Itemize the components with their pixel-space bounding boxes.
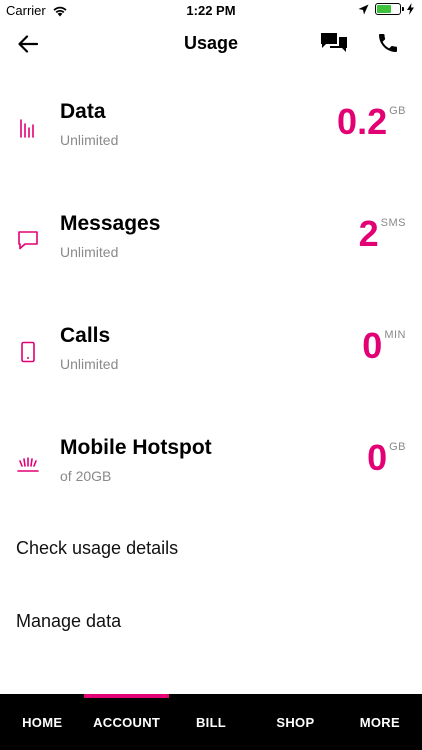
status-bar: Carrier 1:22 PM xyxy=(0,0,422,22)
usage-name: Data xyxy=(60,100,106,123)
manage-data-link[interactable]: Manage data xyxy=(16,611,121,632)
usage-amount: 0 xyxy=(367,437,388,478)
usage-row-hotspot[interactable]: Mobile Hotspot of 20GB 0 GB xyxy=(0,424,422,534)
message-icon xyxy=(18,231,38,250)
nav-bill[interactable]: BILL xyxy=(169,694,253,750)
nav-shop[interactable]: SHOP xyxy=(253,694,337,750)
nav-home[interactable]: HOME xyxy=(0,694,84,750)
bottom-nav: HOME ACCOUNT BILL SHOP MORE xyxy=(0,694,422,750)
usage-sub: of 20GB xyxy=(60,468,112,484)
check-usage-details-link[interactable]: Check usage details xyxy=(16,538,178,559)
usage-value: 0 MIN xyxy=(362,328,406,364)
chat-bubbles-icon xyxy=(321,33,347,52)
status-right xyxy=(358,3,414,15)
usage-sub: Unlimited xyxy=(60,244,119,260)
usage-unit: SMS xyxy=(380,217,406,229)
usage-unit: MIN xyxy=(384,329,406,341)
hotspot-icon xyxy=(17,457,39,472)
usage-unit: GB xyxy=(389,441,406,453)
usage-name: Messages xyxy=(60,212,161,235)
usage-row-messages[interactable]: Messages Unlimited 2 SMS xyxy=(0,200,422,310)
call-button[interactable] xyxy=(376,31,402,57)
charging-bolt-icon xyxy=(407,3,414,15)
usage-row-data[interactable]: Data Unlimited 0.2 GB xyxy=(0,88,422,198)
usage-value: 2 SMS xyxy=(359,216,406,252)
usage-value: 0.2 GB xyxy=(337,104,406,140)
page-title: Usage xyxy=(183,33,239,53)
usage-amount: 0.2 xyxy=(337,101,388,142)
chat-button[interactable] xyxy=(320,31,350,57)
usage-unit: GB xyxy=(389,105,406,117)
nav-more[interactable]: MORE xyxy=(338,694,422,750)
phone-device-icon xyxy=(21,341,35,363)
phone-icon xyxy=(379,34,397,52)
usage-name: Mobile Hotspot xyxy=(60,436,212,459)
usage-sub: Unlimited xyxy=(60,356,119,372)
usage-value: 0 GB xyxy=(367,440,406,476)
usage-sub: Unlimited xyxy=(60,132,119,148)
nav-account[interactable]: ACCOUNT xyxy=(84,694,170,750)
usage-row-calls[interactable]: Calls Unlimited 0 MIN xyxy=(0,312,422,422)
battery-icon xyxy=(375,3,404,15)
usage-amount: 0 xyxy=(362,325,383,366)
usage-name: Calls xyxy=(60,324,111,347)
app-header: Usage xyxy=(0,22,422,66)
bar-chart-icon xyxy=(20,119,34,138)
usage-amount: 2 xyxy=(358,213,379,254)
location-arrow-icon xyxy=(358,4,369,14)
